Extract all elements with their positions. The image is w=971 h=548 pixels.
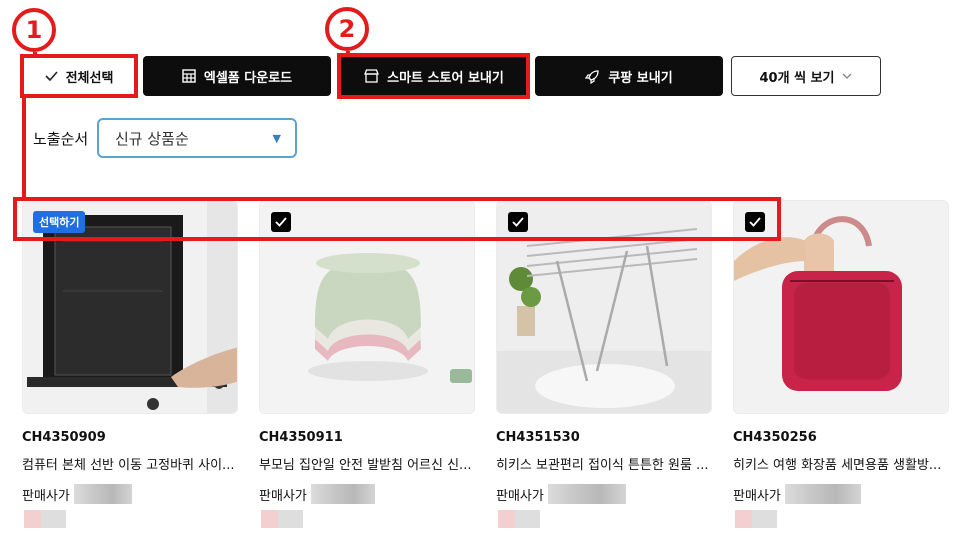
product-code: CH4350909	[22, 430, 106, 445]
smartstore-send-button[interactable]: 스마트 스토어 보내기	[340, 56, 528, 96]
product-image[interactable]	[259, 200, 475, 414]
seller-label: 판매사가	[22, 488, 70, 504]
table-icon	[182, 69, 196, 83]
seller-row: 판매사가	[22, 484, 132, 504]
product-card[interactable]: CH4350256 히키스 여행 화장품 세면용품 생활방... 판매사가	[733, 200, 949, 528]
seller-name-blurred	[73, 484, 132, 504]
product-card[interactable]: CH4351530 히키스 보관편리 접이식 튼튼한 원룸 ... 판매사가	[496, 200, 712, 528]
seller-label: 판매사가	[733, 488, 781, 504]
checkbox-checked[interactable]	[745, 212, 765, 232]
seller-name-blurred	[310, 484, 375, 504]
product-code: CH4350256	[733, 430, 817, 445]
price-blurred	[735, 510, 777, 528]
product-title[interactable]: 히키스 보관편리 접이식 튼튼한 원룸 ...	[496, 454, 712, 473]
chevron-down-icon	[842, 73, 852, 80]
sort-select[interactable]: 신규 상품순 ▼	[97, 118, 297, 158]
seller-row: 판매사가	[259, 484, 375, 504]
checkbox-checked[interactable]	[271, 212, 291, 232]
product-title[interactable]: 컴퓨터 본체 선반 이동 고정바퀴 사이...	[22, 454, 238, 473]
excel-download-label: 엑셀폼 다운로드	[203, 70, 293, 86]
seller-row: 판매사가	[733, 484, 861, 504]
product-title[interactable]: 히키스 여행 화장품 세면용품 생활방...	[733, 454, 949, 473]
annotation-step-1: 1	[12, 8, 56, 52]
sort-selected-value: 신규 상품순	[115, 129, 189, 148]
select-all-label: 전체선택	[65, 70, 114, 86]
product-title[interactable]: 부모님 집안일 안전 발받침 어르신 신...	[259, 454, 475, 473]
product-card[interactable]: 선택하기 CH4350909 컴퓨터 본체 선반 이동 고정바퀴 사이... 판…	[22, 200, 238, 528]
price-blurred	[24, 510, 66, 528]
product-image[interactable]	[496, 200, 712, 414]
seller-label: 판매사가	[259, 488, 307, 504]
smartstore-send-label: 스마트 스토어 보내기	[387, 70, 504, 86]
view-count-dropdown[interactable]: 40개 씩 보기	[731, 56, 881, 96]
product-image[interactable]	[733, 200, 949, 414]
sort-label: 노출순서	[33, 130, 89, 148]
seller-label: 판매사가	[496, 488, 544, 504]
seller-name-blurred	[547, 484, 626, 504]
caret-down-icon: ▼	[272, 132, 281, 145]
price-blurred	[498, 510, 540, 528]
select-chip[interactable]: 선택하기	[33, 211, 86, 233]
coupang-send-label: 쿠팡 보내기	[608, 70, 673, 86]
product-code: CH4351530	[496, 430, 580, 445]
product-code: CH4350911	[259, 430, 343, 445]
coupang-send-button[interactable]: 쿠팡 보내기	[535, 56, 723, 96]
seller-name-blurred	[784, 484, 861, 504]
annotation-connector	[22, 96, 26, 199]
checkbox-checked[interactable]	[508, 212, 528, 232]
store-icon	[364, 69, 380, 83]
seller-row: 판매사가	[496, 484, 626, 504]
product-image[interactable]: 선택하기	[22, 200, 238, 414]
product-card[interactable]: CH4350911 부모님 집안일 안전 발받침 어르신 신... 판매사가	[259, 200, 475, 528]
annotation-step-2: 2	[325, 7, 369, 51]
rocket-icon	[585, 69, 600, 84]
check-icon	[45, 71, 58, 81]
view-count-label: 40개 씩 보기	[759, 70, 835, 86]
select-all-button[interactable]: 전체선택	[22, 56, 136, 96]
price-blurred	[261, 510, 303, 528]
excel-download-button[interactable]: 엑셀폼 다운로드	[143, 56, 331, 96]
